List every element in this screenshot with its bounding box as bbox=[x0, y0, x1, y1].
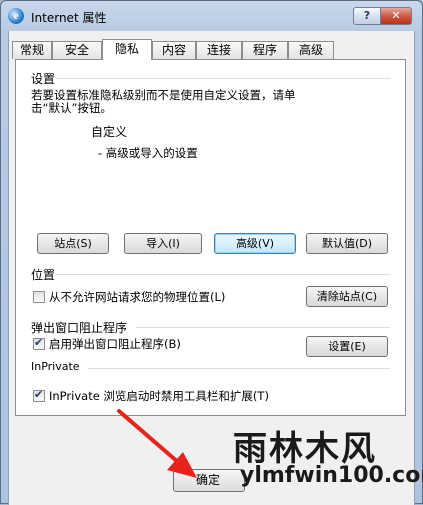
popup-blocker-checkbox[interactable] bbox=[33, 336, 45, 350]
popup-heading: 弹出窗口阻止程序 bbox=[31, 321, 128, 335]
tab-advanced[interactable]: 高级 bbox=[288, 41, 334, 59]
location-checkbox-label: 从不允许网站请求您的物理位置(L) bbox=[49, 290, 226, 304]
sites-button[interactable]: 站点(S) bbox=[37, 233, 109, 254]
tab-connections[interactable]: 连接 bbox=[196, 41, 242, 59]
settings-heading: 设置 bbox=[31, 72, 56, 86]
tab-general[interactable]: 常规 bbox=[12, 41, 52, 59]
tab-security[interactable]: 安全 bbox=[52, 41, 102, 59]
red-arrow-annotation bbox=[117, 409, 197, 478]
privacy-tab-panel: 设置 若要设置标准隐私级别而不是使用自定义设置，请单击“默认”按钮。 自定义 -… bbox=[15, 59, 406, 416]
popup-settings-button[interactable]: 设置(E) bbox=[306, 336, 388, 357]
privacy-level-detail: - 高级或导入的设置 bbox=[98, 146, 198, 160]
tab-programs[interactable]: 程序 bbox=[242, 41, 288, 59]
advanced-button[interactable]: 高级(V) bbox=[214, 233, 296, 254]
help-button[interactable]: ? bbox=[353, 7, 381, 25]
settings-description: 若要设置标准隐私级别而不是使用自定义设置，请单击“默认”按钮。 bbox=[31, 88, 296, 115]
close-button[interactable]: ✕ bbox=[380, 7, 412, 25]
internet-options-window: e Internet 属性 ? ✕ 常规 安全 隐私 内容 连接 程序 高级 设… bbox=[0, 0, 423, 505]
location-heading: 位置 bbox=[31, 268, 56, 282]
location-divider bbox=[56, 274, 390, 275]
internet-globe-icon: e bbox=[8, 8, 24, 24]
tab-privacy[interactable]: 隐私 bbox=[102, 39, 152, 60]
default-button[interactable]: 默认值(D) bbox=[306, 233, 388, 254]
location-checkbox[interactable] bbox=[33, 291, 45, 303]
popup-blocker-label: 启用弹出窗口阻止程序(B) bbox=[49, 337, 181, 351]
import-button[interactable]: 导入(I) bbox=[124, 233, 202, 254]
title-bar: e Internet 属性 ? ✕ bbox=[1, 1, 422, 31]
privacy-level: 自定义 bbox=[91, 125, 128, 139]
inprivate-heading: InPrivate bbox=[31, 360, 80, 373]
inprivate-checkbox[interactable] bbox=[33, 388, 45, 402]
window-title: Internet 属性 bbox=[31, 11, 107, 25]
watermark-url: ylmfwin100.com bbox=[240, 463, 423, 488]
inprivate-checkbox-label: InPrivate 浏览启动时禁用工具栏和扩展(T) bbox=[49, 389, 269, 403]
clear-sites-button[interactable]: 清除站点(C) bbox=[306, 286, 388, 307]
tab-content[interactable]: 内容 bbox=[152, 41, 196, 59]
inprivate-divider bbox=[88, 368, 390, 369]
settings-divider bbox=[56, 78, 390, 79]
popup-divider bbox=[136, 327, 390, 328]
